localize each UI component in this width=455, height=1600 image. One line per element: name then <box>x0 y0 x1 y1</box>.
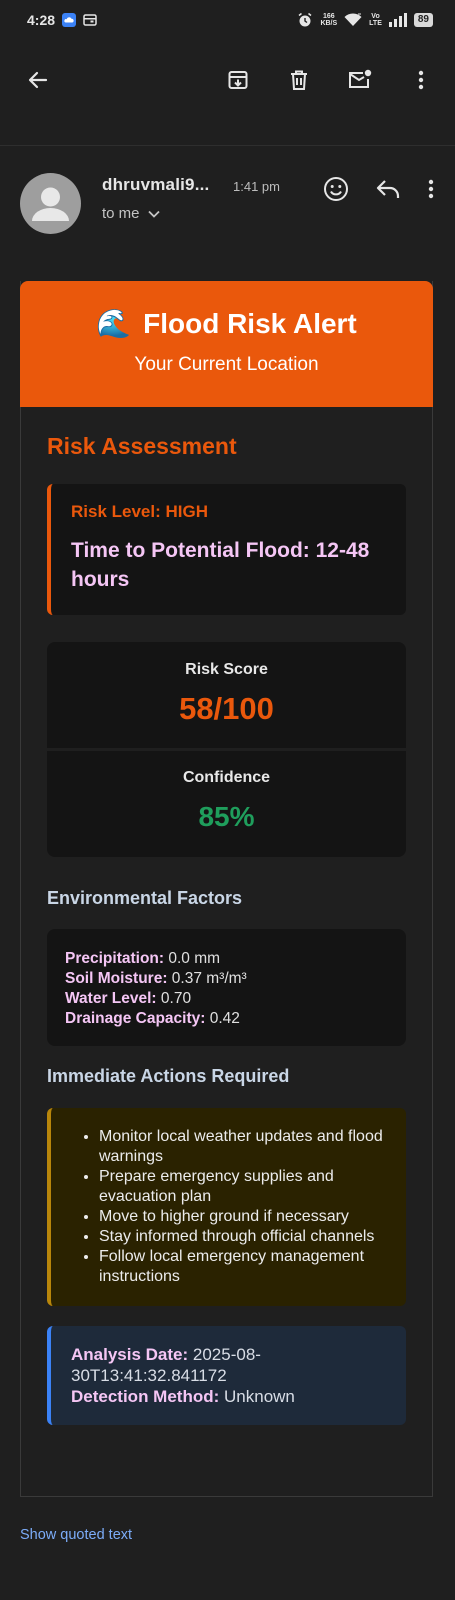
confidence-label: Confidence <box>182 769 271 786</box>
battery-level: 89 <box>413 13 433 27</box>
person-icon <box>32 187 69 221</box>
status-time: 4:28 <box>27 12 56 28</box>
environmental-factors-heading: Environmental Factors <box>47 888 243 908</box>
factor-label: Soil Moisture: <box>65 970 168 987</box>
wifi-icon <box>344 13 362 27</box>
confidence-box: Confidence 85% <box>47 751 406 857</box>
alert-header: 🌊 Flood Risk Alert Your Current Location <box>20 281 433 407</box>
factor-label: Water Level: <box>65 990 157 1007</box>
recipient-details-toggle[interactable]: to me <box>102 205 160 222</box>
analysis-date-row: Analysis Date: 2025-08-30T13:41:32.84117… <box>71 1344 386 1386</box>
back-button[interactable] <box>18 60 58 100</box>
cloud-app-icon <box>62 13 77 27</box>
volte-top: Vo <box>371 13 380 20</box>
detection-method-value: Unknown <box>219 1387 295 1406</box>
sender-row: dhruvmali9... 1:41 pm to me <box>0 146 455 246</box>
list-item: Move to higher ground if necessary <box>99 1207 388 1227</box>
toolbar-actions <box>218 60 441 100</box>
factor-row: Water Level: 0.70 <box>65 989 388 1009</box>
email-screen: 4:28 166 KB/S Vo LTE 89 dhruvmali9... 1:… <box>0 0 455 1600</box>
risk-assessment-heading: Risk Assessment <box>47 433 237 459</box>
analysis-info-box: Analysis Date: 2025-08-30T13:41:32.84117… <box>47 1326 406 1425</box>
mark-unread-button[interactable] <box>340 60 380 100</box>
archive-button[interactable] <box>218 60 258 100</box>
list-item: Monitor local weather updates and flood … <box>99 1127 388 1167</box>
list-item: Stay informed through official channels <box>99 1227 388 1247</box>
alert-body: Risk Assessment Risk Level: HIGH Time to… <box>21 433 432 1425</box>
network-speed: 166 KB/S <box>320 13 337 27</box>
sender-actions <box>323 176 435 207</box>
actions-list: Monitor local weather updates and flood … <box>77 1127 388 1287</box>
risk-score-box: Risk Score 58/100 <box>47 642 406 748</box>
alert-title-text: Flood Risk Alert <box>143 307 357 339</box>
chevron-down-icon <box>147 210 160 218</box>
back-arrow-icon <box>28 71 48 89</box>
show-quoted-text-link[interactable]: Show quoted text <box>20 1527 132 1543</box>
more-vert-icon <box>418 70 424 90</box>
volte-bottom: LTE <box>369 20 382 27</box>
delete-icon <box>291 70 307 90</box>
factor-row: Soil Moisture: 0.37 m³/m³ <box>65 969 388 989</box>
status-bar: 4:28 166 KB/S Vo LTE 89 <box>0 0 455 40</box>
detection-method-label: Detection Method: <box>71 1387 220 1406</box>
wallet-icon <box>83 13 97 27</box>
email-time: 1:41 pm <box>233 179 280 194</box>
factor-value: 0.70 <box>156 990 192 1007</box>
reply-icon <box>376 180 400 198</box>
recipient-label: to me <box>102 205 140 222</box>
alert-subtitle: Your Current Location <box>134 354 319 375</box>
environmental-factors-box: Precipitation: 0.0 mm Soil Moisture: 0.3… <box>47 929 406 1046</box>
react-button[interactable] <box>323 176 349 207</box>
header-divider <box>0 120 455 146</box>
immediate-actions-box: Monitor local weather updates and flood … <box>47 1108 406 1306</box>
network-speed-value: 166 <box>322 13 335 20</box>
delete-button[interactable] <box>279 60 319 100</box>
factor-label: Drainage Capacity: <box>65 1010 206 1027</box>
volte-indicator: Vo LTE <box>369 13 382 27</box>
emoji-smile-icon <box>324 177 348 201</box>
message-more-button[interactable] <box>427 177 435 206</box>
factor-value: 0.0 mm <box>164 950 221 967</box>
risk-score-value: 58/100 <box>179 691 274 726</box>
factor-row: Drainage Capacity: 0.42 <box>65 1009 388 1029</box>
detection-method-row: Detection Method: Unknown <box>71 1386 386 1407</box>
archive-icon <box>228 71 248 89</box>
risk-level-box: Risk Level: HIGH Time to Potential Flood… <box>47 484 406 615</box>
mark-unread-icon <box>349 69 372 88</box>
analysis-date-label: Analysis Date: <box>71 1345 189 1364</box>
risk-level: Risk Level: HIGH <box>71 502 208 521</box>
status-right: 166 KB/S Vo LTE 89 <box>297 12 433 28</box>
network-speed-unit: KB/S <box>320 20 338 27</box>
more-vert-icon <box>428 179 434 199</box>
list-item: Follow local emergency management instru… <box>99 1247 388 1287</box>
time-to-flood: Time to Potential Flood: 12-48 hours <box>71 539 370 591</box>
flood-alert-card: 🌊 Flood Risk Alert Your Current Location… <box>20 281 433 1497</box>
factor-value: 0.42 <box>205 1010 240 1027</box>
immediate-actions-heading: Immediate Actions Required <box>47 1066 290 1086</box>
more-options-button[interactable] <box>401 60 441 100</box>
confidence-value: 85% <box>198 801 255 832</box>
alert-title: 🌊 Flood Risk Alert <box>96 307 357 340</box>
factor-row: Precipitation: 0.0 mm <box>65 949 388 969</box>
risk-score-label: Risk Score <box>185 661 268 678</box>
factor-label: Precipitation: <box>65 950 165 967</box>
list-item: Prepare emergency supplies and evacuatio… <box>99 1167 388 1207</box>
wave-icon: 🌊 <box>96 308 132 339</box>
reply-button[interactable] <box>375 178 401 205</box>
email-toolbar <box>0 40 455 120</box>
signal-icon <box>388 13 407 27</box>
avatar[interactable] <box>20 173 81 234</box>
sender-name[interactable]: dhruvmali9... <box>102 175 209 195</box>
factor-value: 0.37 m³/m³ <box>167 970 247 987</box>
status-left: 4:28 <box>27 12 97 28</box>
alarm-icon <box>297 12 313 28</box>
